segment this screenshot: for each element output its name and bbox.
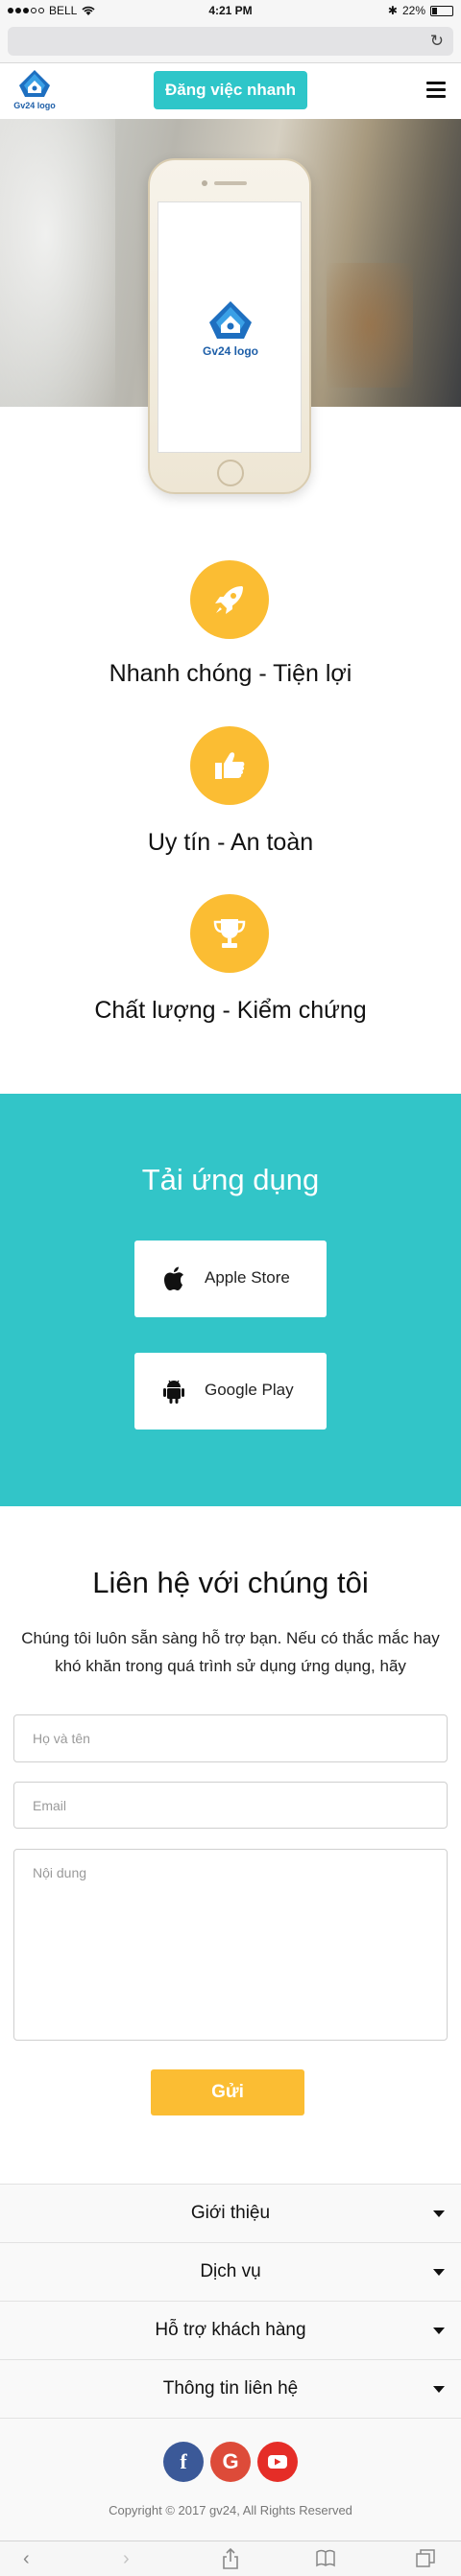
battery-icon — [430, 5, 453, 16]
screen-logo: Gv24 logo — [202, 298, 259, 362]
phone-speaker — [214, 181, 247, 185]
footer-section-label: Dịch vụ — [200, 2261, 261, 2281]
google-icon[interactable]: G — [210, 2442, 251, 2482]
menu-icon[interactable] — [426, 82, 446, 99]
footer-section-label: Giới thiệu — [190, 2203, 271, 2223]
facebook-icon[interactable]: f — [163, 2442, 204, 2482]
contact-title: Liên hệ với chúng tôi — [92, 1566, 369, 1599]
name-field[interactable] — [13, 1714, 448, 1762]
email-field[interactable] — [13, 1782, 448, 1829]
apple-store-button[interactable]: Apple Store — [134, 1241, 327, 1317]
caret-down-icon — [433, 2269, 445, 2276]
footer-bottom: f G Copyright © 2017 gv24, All Rights Re… — [0, 2419, 461, 2541]
logo-text: Gv24 logo — [13, 101, 56, 110]
caret-down-icon — [433, 2210, 445, 2217]
battery-percent: 22% — [401, 4, 425, 17]
android-icon — [163, 1380, 184, 1404]
download-section: Tải ứng dụng Apple Store Google Play — [0, 1094, 461, 1506]
bookmarks-icon[interactable] — [315, 2547, 336, 2568]
bluetooth-icon: ✱ — [387, 4, 398, 17]
trophy-icon — [190, 894, 269, 973]
apple-icon — [164, 1266, 183, 1290]
apple-store-label: Apple Store — [205, 1268, 290, 1287]
tabs-icon[interactable] — [415, 2547, 436, 2568]
feature-title: Uy tín - An toàn — [147, 829, 314, 856]
status-bar: BELL 4:21 PM ✱ 22% — [0, 0, 461, 21]
site-header: Gv24 logo Đăng việc nhanh — [0, 63, 461, 119]
back-icon[interactable]: ‹ — [23, 2547, 30, 2570]
address-bar[interactable]: ↻ — [8, 27, 453, 56]
caret-down-icon — [433, 2386, 445, 2393]
phone-mockup: Gv24 logo — [148, 158, 311, 494]
logo-icon — [209, 301, 252, 339]
contact-description: Chúng tôi luôn sẵn sàng hỗ trợ bạn. Nếu … — [21, 1629, 440, 1675]
site-logo[interactable]: Gv24 logo — [13, 68, 56, 114]
google-play-label: Google Play — [205, 1381, 294, 1399]
footer-accordion: Giới thiệu Dịch vụ Hỗ trợ khách hàng Thô… — [0, 2184, 461, 2419]
feature-title: Nhanh chóng - Tiện lợi — [109, 660, 352, 687]
youtube-icon[interactable] — [257, 2442, 298, 2482]
browser-toolbar: ↻ — [0, 21, 461, 63]
footer-section-services[interactable]: Dịch vụ — [0, 2243, 461, 2302]
logo-icon — [19, 70, 50, 97]
browser-bottom-toolbar: ‹ › — [0, 2541, 461, 2576]
feature-title: Chất lượng - Kiểm chứng — [94, 997, 367, 1024]
forward-icon[interactable]: › — [123, 2547, 130, 2570]
caret-down-icon — [433, 2328, 445, 2334]
phone-screen: Gv24 logo — [158, 201, 302, 453]
share-icon[interactable] — [221, 2547, 240, 2570]
thumbs-up-icon — [190, 726, 269, 805]
footer-section-label: Thông tin liên hệ — [162, 2378, 299, 2399]
rocket-icon — [190, 560, 269, 639]
google-play-button[interactable]: Google Play — [134, 1353, 327, 1430]
footer-section-label: Hỗ trợ khách hàng — [155, 2320, 306, 2340]
phone-camera — [202, 180, 207, 186]
phone-home-button — [217, 460, 244, 486]
status-right: ✱ 22% — [388, 4, 453, 17]
footer-section-support[interactable]: Hỗ trợ khách hàng — [0, 2302, 461, 2360]
footer-section-about[interactable]: Giới thiệu — [0, 2185, 461, 2243]
download-title: Tải ứng dụng — [141, 1163, 320, 1196]
post-job-button[interactable]: Đăng việc nhanh — [154, 71, 307, 109]
send-button[interactable]: Gửi — [151, 2069, 304, 2115]
reload-icon[interactable]: ↻ — [430, 33, 444, 50]
message-field[interactable] — [13, 1849, 448, 2041]
footer-section-contact-info[interactable]: Thông tin liên hệ — [0, 2360, 461, 2419]
copyright: Copyright © 2017 gv24, All Rights Reserv… — [109, 2503, 352, 2517]
screen-logo-text: Gv24 logo — [202, 344, 258, 358]
